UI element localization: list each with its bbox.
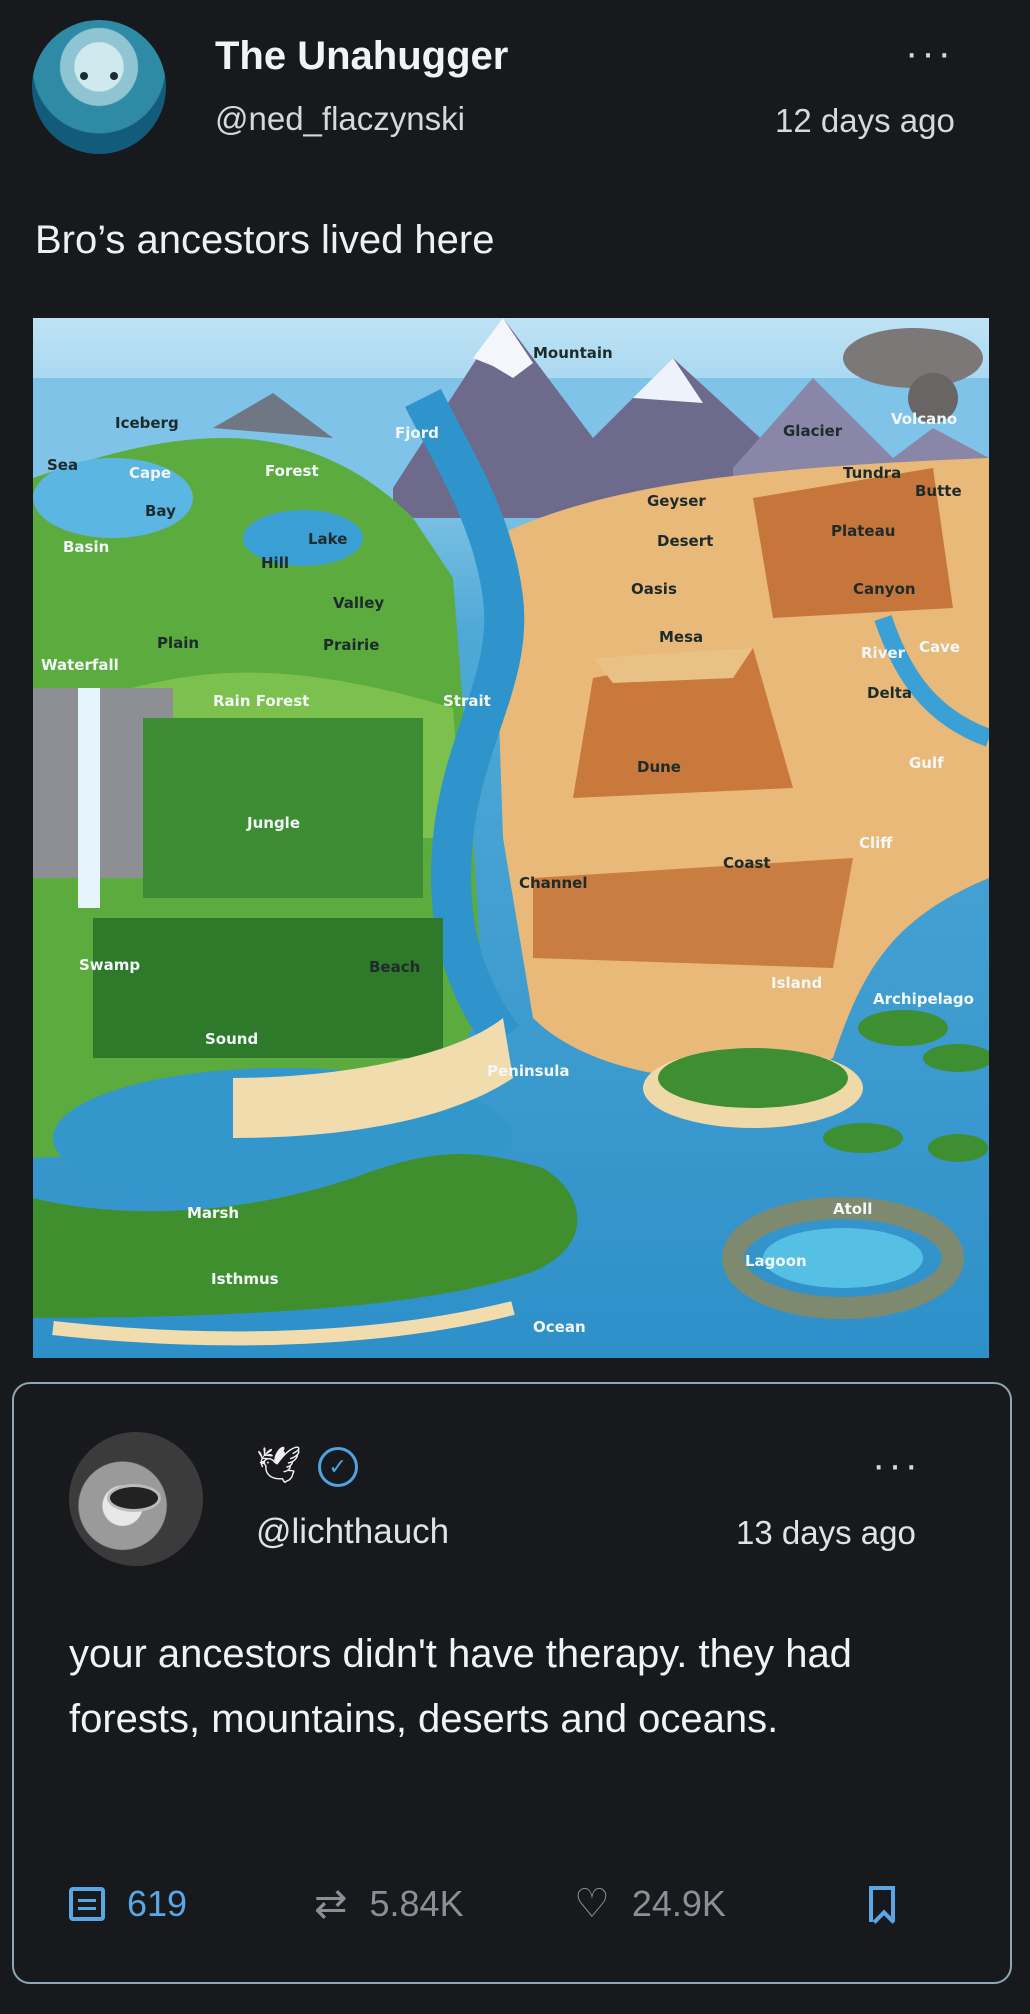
map-label-prairie: Prairie bbox=[323, 636, 380, 654]
quoted-author-avatar[interactable] bbox=[69, 1432, 203, 1566]
map-label-peninsula: Peninsula bbox=[487, 1062, 570, 1080]
quoted-post-text: your ancestors didn't have therapy. they… bbox=[69, 1632, 852, 1741]
map-label-tundra: Tundra bbox=[843, 464, 902, 482]
post-header: The Unahugger @ned_flaczynski ··· 12 day… bbox=[0, 0, 1030, 170]
map-label-rain-forest: Rain Forest bbox=[213, 692, 310, 710]
quoted-post-card[interactable]: 🕊 ✓ @lichthauch ··· 13 days ago your ance… bbox=[12, 1382, 1012, 1984]
repost-count: 5.84K bbox=[369, 1883, 464, 1924]
map-label-forest: Forest bbox=[265, 462, 319, 480]
map-label-iceberg: Iceberg bbox=[115, 414, 179, 432]
verified-icon: ✓ bbox=[317, 1447, 358, 1488]
map-label-delta: Delta bbox=[867, 684, 913, 702]
post-text: Bro’s ancestors lived here bbox=[35, 218, 495, 262]
map-label-canyon: Canyon bbox=[853, 580, 916, 598]
bookmark-button[interactable] bbox=[869, 1874, 895, 1934]
map-label-archipelago: Archipelago bbox=[873, 990, 974, 1008]
avatar-eye bbox=[110, 72, 118, 80]
map-label-desert: Desert bbox=[657, 532, 714, 550]
map-label-geyser: Geyser bbox=[647, 492, 706, 510]
heart-icon: ♡ bbox=[574, 1882, 610, 1926]
comment-icon bbox=[69, 1887, 105, 1921]
map-label-lagoon: Lagoon bbox=[745, 1252, 807, 1270]
map-label-isthmus: Isthmus bbox=[211, 1270, 279, 1288]
map-label-sea: Sea bbox=[47, 456, 79, 474]
like-count: 24.9K bbox=[631, 1883, 726, 1924]
quoted-post-timestamp: 13 days ago bbox=[736, 1514, 916, 1551]
dove-icon: 🕊 bbox=[256, 1444, 302, 1485]
comment-count: 619 bbox=[127, 1883, 188, 1924]
map-label-volcano: Volcano bbox=[891, 410, 958, 428]
author-badges: 🕊 ✓ bbox=[256, 1444, 358, 1488]
map-label-jungle: Jungle bbox=[247, 814, 300, 832]
map-label-cliff: Cliff bbox=[859, 834, 893, 852]
map-label-valley: Valley bbox=[333, 594, 385, 612]
more-options-icon[interactable]: ··· bbox=[905, 33, 954, 73]
map-label-swamp: Swamp bbox=[79, 956, 141, 974]
map-label-beach: Beach bbox=[369, 958, 421, 976]
map-label-butte: Butte bbox=[915, 482, 962, 500]
repost-button[interactable]: ⇄ 5.84K bbox=[314, 1874, 464, 1934]
map-label-gulf: Gulf bbox=[909, 754, 944, 772]
map-label-plain: Plain bbox=[157, 634, 200, 652]
map-label-atoll: Atoll bbox=[833, 1200, 873, 1218]
map-label-plateau: Plateau bbox=[831, 522, 896, 540]
map-label-sound: Sound bbox=[205, 1030, 259, 1048]
quoted-author-handle[interactable]: @lichthauch bbox=[256, 1512, 449, 1552]
map-label-lake: Lake bbox=[308, 530, 348, 548]
map-label-basin: Basin bbox=[63, 538, 110, 556]
post-actions-bar: 619 ⇄ 5.84K ♡ 24.9K bbox=[69, 1874, 949, 1934]
comment-button[interactable]: 619 bbox=[69, 1874, 187, 1934]
map-label-cape: Cape bbox=[129, 464, 172, 482]
map-label-coast: Coast bbox=[723, 854, 771, 872]
map-label-fjord: Fjord bbox=[395, 424, 439, 442]
more-options-icon[interactable]: ··· bbox=[872, 1445, 921, 1485]
map-label-mesa: Mesa bbox=[659, 628, 704, 646]
map-label-marsh: Marsh bbox=[187, 1204, 240, 1222]
bookmark-icon bbox=[869, 1886, 895, 1922]
map-label-hill: Hill bbox=[261, 554, 289, 572]
map-label-river: River bbox=[861, 644, 906, 662]
map-label-oasis: Oasis bbox=[631, 580, 677, 598]
author-handle[interactable]: @ned_flaczynski bbox=[215, 100, 465, 138]
avatar-eye bbox=[80, 72, 88, 80]
map-label-cave: Cave bbox=[919, 638, 961, 656]
author-display-name[interactable]: The Unahugger bbox=[215, 34, 508, 79]
map-label-mountain: Mountain bbox=[533, 344, 613, 362]
map-label-dune: Dune bbox=[637, 758, 681, 776]
post-timestamp: 12 days ago bbox=[775, 102, 955, 139]
map-label-ocean: Ocean bbox=[533, 1318, 586, 1336]
like-button[interactable]: ♡ 24.9K bbox=[574, 1874, 726, 1934]
map-label-channel: Channel bbox=[519, 874, 588, 892]
map-label-bay: Bay bbox=[145, 502, 176, 520]
author-avatar[interactable] bbox=[32, 20, 166, 154]
avatar-statue-eye bbox=[107, 1484, 161, 1512]
map-label-waterfall: Waterfall bbox=[41, 656, 119, 674]
map-label-island: Island bbox=[771, 974, 823, 992]
map-label-glacier: Glacier bbox=[783, 422, 843, 440]
map-label-strait: Strait bbox=[443, 692, 491, 710]
landforms-map-image[interactable]: Mountain Volcano Glacier Iceberg Sea Cap… bbox=[33, 318, 989, 1358]
repost-icon: ⇄ bbox=[314, 1882, 348, 1926]
